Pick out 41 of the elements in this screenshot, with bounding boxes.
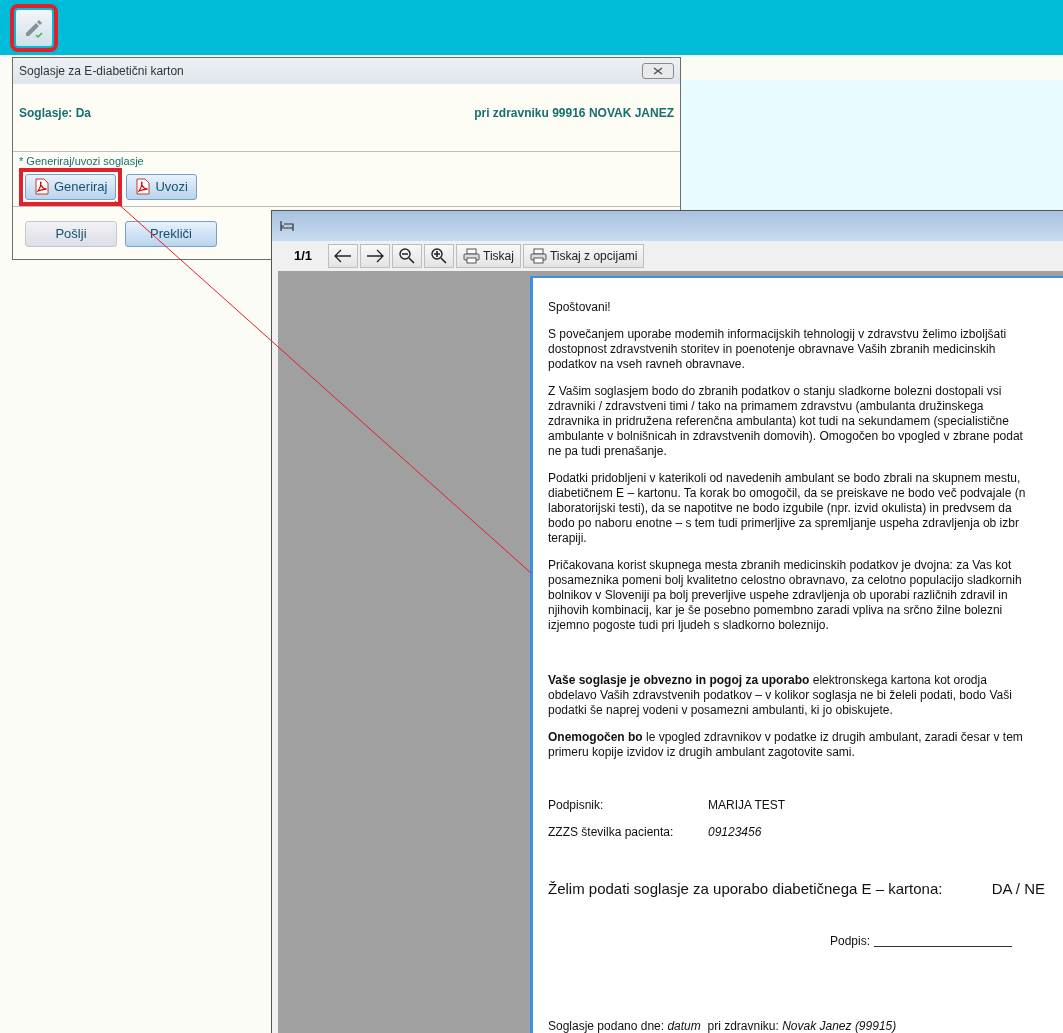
page-count: 1/1: [292, 247, 314, 266]
document-paragraph: Z Vašim soglasjem bodo do zbranih podatkov o stanju sladkorne bolezni dostopali vsi zdravniki / zdravstveni timi / tako na primamem zdravstvu (ambulanta družinskega zdravnika in pridružena referenčna ambulanta) kot tudi na sekundamem (specialistične ambulante v bolnišnicah in zdravstvenih domovih). Omogočen bo vpogled v zbrane podat ne pa tudi prenašanje.: [548, 384, 1023, 459]
document-paragraph: Pričakovana korist skupnega mesta zbranih medicinskih podatkov je dvojna: za Vas kot posameznika pomeni bolj kvalitetno celostno obravnavo, za celotno populacijo sladkornih bolnikov v Sloveniji pa bolj preverljive uspehe zdravljenja ob uporabi različnih zdravil in njihovih kombinacij, kar je še posebno pomembno zaradi vpliva na srčno žilne bolezni izjemno pogoste tudi pri ljudeh s sladkorno boleznijo.: [548, 558, 1022, 633]
doctor-label: pri zdravniku 99916 NOVAK JANEZ: [474, 104, 674, 122]
file-button[interactable]: Generiraj: [25, 173, 117, 200]
printer-icon: [463, 248, 480, 264]
field-value: MARIJA TEST: [708, 798, 786, 813]
document-paragraph: S povečanjem uporabe modemih informacijskih tehnologij v zdravstvu želimo izboljšati dostopnost zdravstvenih storitev in poenotenje obravnave Vaših zbranih medicinskih podatkov na vseh ravneh obravnave.: [548, 327, 1007, 372]
document-paragraph: Podatki pridobljeni v katerikoli od navedenih ambulant se bodo zbrali na skupnem mestu, diabetičnem E – kartonu. Ta korak bo omogočil, da se preiskave ne bodo več podvajale (n laboratorijski testi), da se napotitve ne bodo izgubile (npr. izvid okulista) in predvsem da bodo po naboru enotne – s tem tudi primerljive za spremljanje uspeha zdravljenja ob izbr terapiji.: [548, 471, 1026, 546]
field-label: Podpisnik:: [548, 798, 605, 813]
greeting: Spoštovani!: [548, 300, 612, 315]
file-button[interactable]: Uvozi: [126, 173, 197, 200]
print-button[interactable]: Tiskaj z opcijami: [522, 244, 645, 268]
field-value: 09123456: [708, 825, 762, 840]
consent-footer: Soglasje podano dne: datum pri zdravniku: Novak Janez (99915): [548, 1019, 1063, 1033]
dialog-button[interactable]: Pošlji: [25, 220, 117, 247]
print-button[interactable]: Tiskaj: [456, 244, 521, 268]
consent-status: Soglasje: Da: [19, 104, 92, 122]
forward-button[interactable]: [360, 244, 390, 268]
right-arrow-icon: [366, 249, 384, 263]
document-paragraph: Vaše soglasje je obvezno in pogoj za uporabo elektronskega kartona kot orodja obdelavo Vaših zdravstvenih podatkov – v kolikor soglasja ne bi želeli podati, bodo Vaši podatki še naprej vodeni v posamezni ambulanti, ki jo obiskujete.: [548, 673, 1012, 718]
field-label: ZZZS številka pacienta:: [548, 825, 675, 840]
close-icon: [653, 67, 663, 75]
dialog-title: Soglasje za E-diabetični karton: [19, 63, 184, 80]
dialog-button[interactable]: Prekliči: [125, 220, 217, 247]
section-label: * Generiraj/uvozi soglasje: [18, 154, 145, 169]
zoom-out-button[interactable]: [392, 244, 422, 268]
left-arrow-icon: [334, 249, 352, 263]
zoom-in-button[interactable]: [424, 244, 454, 268]
bed-icon: [280, 221, 294, 231]
zoom-in-icon: [431, 248, 447, 264]
document-paragraph: Onemogočen bo le vpogled zdravnikov v podatke iz drugih ambulant, zaradi česar v tem primeru kopije izvidov iz drugih ambulant zagotovite sami.: [548, 730, 1023, 760]
consent-question: Želim podati soglasje za uporabo diabetičnega E – kartona:: [548, 880, 943, 898]
consent-answer: DA / NE: [991, 880, 1045, 898]
close-button[interactable]: [642, 63, 674, 79]
zoom-out-icon: [399, 248, 415, 264]
printer-icon: [529, 248, 547, 264]
back-button[interactable]: [328, 244, 358, 268]
pdf-file-icon: [34, 178, 50, 195]
signature-label: Podpis:: [830, 934, 871, 949]
pdf-file-icon: [135, 178, 152, 195]
